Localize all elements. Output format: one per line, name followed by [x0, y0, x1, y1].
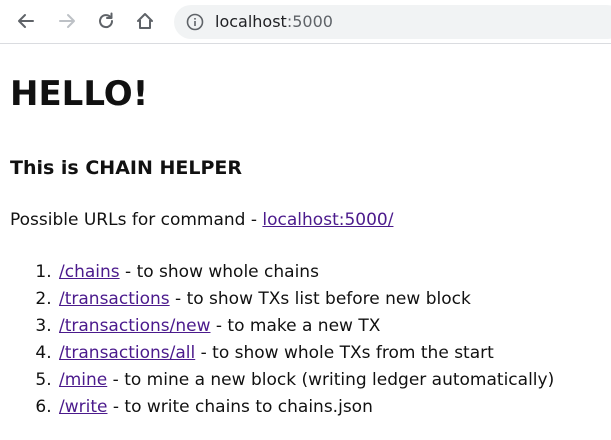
route-link-transactions[interactable]: /transactions: [59, 289, 170, 309]
reload-button[interactable]: [92, 7, 120, 35]
route-description: - to mine a new block (writing ledger au…: [107, 370, 555, 390]
url-text[interactable]: localhost:5000: [215, 12, 333, 32]
route-list: /chains - to show whole chains /transact…: [10, 259, 554, 421]
url-port: :5000: [286, 12, 333, 31]
page-heading: HELLO!: [10, 74, 149, 114]
home-icon: [135, 11, 155, 31]
back-icon: [16, 11, 36, 31]
address-bar[interactable]: localhost:5000: [174, 5, 611, 39]
intro-paragraph: Possible URLs for command - localhost:50…: [10, 209, 393, 231]
route-description: - to make a new TX: [210, 316, 381, 336]
route-item: /transactions - to show TXs list before …: [57, 286, 554, 313]
page-subheading: This is CHAIN HELPER: [10, 157, 243, 179]
route-item: /chains - to show whole chains: [57, 259, 554, 286]
info-icon[interactable]: [186, 13, 204, 31]
reload-icon: [96, 11, 116, 31]
route-link-chains[interactable]: /chains: [59, 262, 120, 282]
route-description: - to show whole chains: [119, 262, 319, 282]
route-description: - to write chains to chains.json: [107, 397, 373, 417]
forward-button[interactable]: [53, 7, 81, 35]
route-item: /write - to write chains to chains.json: [57, 394, 554, 421]
route-link-transactions-all[interactable]: /transactions/all: [59, 343, 195, 363]
route-item: /transactions/new - to make a new TX: [57, 313, 554, 340]
intro-text: Possible URLs for command -: [10, 210, 263, 230]
route-link-mine[interactable]: /mine: [59, 370, 107, 390]
route-description: - to show whole TXs from the start: [195, 343, 494, 363]
browser-toolbar: localhost:5000: [0, 0, 611, 44]
route-link-write[interactable]: /write: [59, 397, 107, 417]
route-item: /mine - to mine a new block (writing led…: [57, 367, 554, 394]
back-button[interactable]: [12, 7, 40, 35]
home-button[interactable]: [131, 7, 159, 35]
route-item: /transactions/all - to show whole TXs fr…: [57, 340, 554, 367]
route-link-transactions-new[interactable]: /transactions/new: [59, 316, 210, 336]
root-url-link[interactable]: localhost:5000/: [262, 210, 393, 230]
url-host: localhost: [215, 12, 287, 31]
forward-icon: [57, 11, 77, 31]
route-description: - to show TXs list before new block: [169, 289, 471, 309]
